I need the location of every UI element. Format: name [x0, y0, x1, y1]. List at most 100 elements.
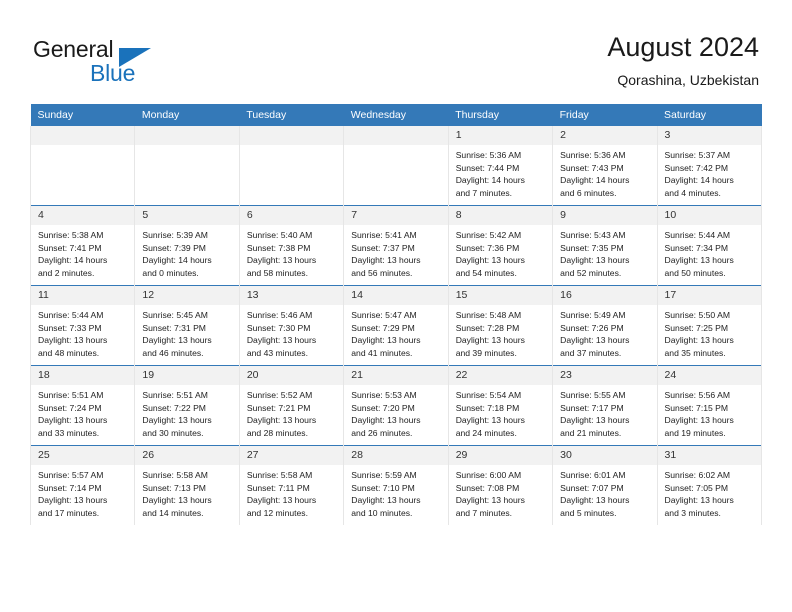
sunrise-text: Sunrise: 5:58 AM [246, 470, 313, 480]
calendar-day-cell[interactable]: 21 Sunrise: 5:53 AM Sunset: 7:20 PM Dayligh… [343, 365, 449, 446]
calendar-day-cell[interactable]: 17 Sunrise: 5:50 AM Sunset: 7:25 PM Dayligh… [656, 285, 763, 366]
calendar-day-cell[interactable]: 20 Sunrise: 5:52 AM Sunset: 7:21 PM Dayligh… [238, 365, 345, 446]
daylight-text-line1: Daylight: 14 hours [142, 255, 212, 266]
day-details: Sunrise: 5:58 AM Sunset: 7:11 PM Daylight:… [240, 465, 343, 519]
sunset-text: Sunset: 7:39 PM [142, 242, 206, 253]
calendar-day-cell[interactable]: 1 Sunrise: 5:36 AM Sunset: 7:44 PM Daylight… [447, 126, 554, 206]
calendar-day-cell[interactable]: 24 Sunrise: 5:56 AM Sunset: 7:15 PM Dayligh… [656, 365, 763, 446]
general-blue-logo[interactable]: General Blue [33, 36, 233, 88]
calendar-day-cell[interactable]: 10 Sunrise: 5:44 AM Sunset: 7:34 PM Dayligh… [656, 205, 763, 286]
day-number: 13 [239, 286, 344, 305]
day-details: Sunrise: 6:01 AM Sunset: 7:07 PM Daylight:… [553, 465, 656, 519]
day-number: 1 [448, 126, 553, 145]
day-cell-inner [344, 126, 448, 205]
calendar-day-cell[interactable]: 11 Sunrise: 5:44 AM Sunset: 7:33 PM Dayligh… [29, 285, 136, 366]
calendar-day-cell[interactable]: 18 Sunrise: 5:51 AM Sunset: 7:24 PM Dayligh… [29, 365, 136, 446]
daylight-text-line2: and 12 minutes. [246, 507, 308, 518]
day-details: Sunrise: 5:46 AM Sunset: 7:30 PM Daylight:… [240, 305, 343, 359]
calendar-day-cell[interactable]: 19 Sunrise: 5:51 AM Sunset: 7:22 PM Dayligh… [134, 365, 240, 446]
daylight-text-line1: Daylight: 13 hours [351, 415, 421, 426]
sunset-text: Sunset: 7:13 PM [142, 482, 206, 493]
day-details: Sunrise: 5:44 AM Sunset: 7:34 PM Daylight:… [658, 225, 761, 279]
calendar-day-cell[interactable]: 26 Sunrise: 5:58 AM Sunset: 7:13 PM Dayligh… [134, 445, 240, 525]
day-cell-inner: 10 Sunrise: 5:44 AM Sunset: 7:34 PM Dayligh… [657, 206, 761, 285]
sunset-text: Sunset: 7:07 PM [560, 482, 624, 493]
calendar-day-cell[interactable]: 9 Sunrise: 5:43 AM Sunset: 7:35 PM Daylight… [552, 205, 658, 286]
day-number [135, 126, 239, 145]
daylight-text-line2: and 14 minutes. [142, 507, 204, 518]
calendar-day-cell[interactable]: 31 Sunrise: 6:02 AM Sunset: 7:05 PM Dayligh… [656, 445, 763, 525]
sunset-text: Sunset: 7:15 PM [664, 402, 729, 413]
daylight-text-line1: Daylight: 14 hours [664, 175, 734, 186]
sunset-text: Sunset: 7:10 PM [351, 482, 415, 493]
calendar-day-cell[interactable]: 23 Sunrise: 5:55 AM Sunset: 7:17 PM Dayligh… [552, 365, 658, 446]
day-details: Sunrise: 5:37 AM Sunset: 7:42 PM Daylight:… [658, 145, 761, 199]
daylight-text-line2: and 50 minutes. [664, 267, 726, 278]
sunset-text: Sunset: 7:44 PM [455, 162, 520, 173]
daylight-text-line1: Daylight: 14 hours [38, 255, 108, 266]
sunrise-text: Sunrise: 5:59 AM [351, 470, 417, 480]
day-details: Sunrise: 5:44 AM Sunset: 7:33 PM Daylight:… [31, 305, 134, 359]
sunrise-text: Sunrise: 5:47 AM [351, 310, 417, 320]
calendar-day-cell[interactable]: 16 Sunrise: 5:49 AM Sunset: 7:26 PM Dayligh… [552, 285, 658, 366]
sunrise-text: Sunrise: 5:41 AM [351, 230, 417, 240]
calendar-day-cell[interactable]: 14 Sunrise: 5:47 AM Sunset: 7:29 PM Dayligh… [343, 285, 449, 366]
sunset-text: Sunset: 7:31 PM [142, 322, 206, 333]
sunset-text: Sunset: 7:21 PM [246, 402, 311, 413]
sunrise-text: Sunrise: 5:42 AM [455, 230, 522, 240]
day-number: 5 [135, 206, 239, 225]
calendar-day-cell[interactable]: 12 Sunrise: 5:45 AM Sunset: 7:31 PM Dayligh… [134, 285, 240, 366]
daylight-text-line2: and 3 minutes. [664, 507, 721, 518]
calendar-day-cell[interactable]: 29 Sunrise: 6:00 AM Sunset: 7:08 PM Dayligh… [447, 445, 554, 525]
weekday-header-row: Sunday Monday Tuesday Wednesday Thursday… [30, 104, 762, 126]
calendar-day-cell[interactable]: 22 Sunrise: 5:54 AM Sunset: 7:18 PM Dayligh… [447, 365, 554, 446]
sunset-text: Sunset: 7:22 PM [142, 402, 206, 413]
daylight-text-line1: Daylight: 13 hours [455, 335, 525, 346]
calendar-day-cell[interactable]: 5 Sunrise: 5:39 AM Sunset: 7:39 PM Daylight… [134, 205, 240, 286]
weekday-header-thursday: Thursday [448, 104, 553, 126]
sunrise-text: Sunrise: 5:44 AM [664, 230, 730, 240]
calendar-day-cell[interactable]: 15 Sunrise: 5:48 AM Sunset: 7:28 PM Dayligh… [447, 285, 554, 366]
daylight-text-line1: Daylight: 13 hours [664, 495, 734, 506]
calendar-day-cell[interactable]: 27 Sunrise: 5:58 AM Sunset: 7:11 PM Dayligh… [238, 445, 345, 525]
calendar-day-cell[interactable]: 7 Sunrise: 5:41 AM Sunset: 7:37 PM Daylight… [343, 205, 449, 286]
day-cell-inner: 18 Sunrise: 5:51 AM Sunset: 7:24 PM Dayligh… [31, 366, 135, 445]
day-number: 10 [657, 206, 761, 225]
day-details: Sunrise: 6:00 AM Sunset: 7:08 PM Daylight:… [449, 465, 552, 519]
calendar-day-cell[interactable]: 13 Sunrise: 5:46 AM Sunset: 7:30 PM Dayligh… [238, 285, 345, 366]
day-number: 4 [31, 206, 135, 225]
calendar-week-row: 4 Sunrise: 5:38 AM Sunset: 7:41 PM Daylight… [29, 205, 763, 286]
daylight-text-line2: and 6 minutes. [560, 187, 617, 198]
day-cell-inner [239, 126, 344, 205]
calendar-day-cell[interactable]: 8 Sunrise: 5:42 AM Sunset: 7:36 PM Daylight… [447, 205, 554, 286]
calendar-day-cell[interactable]: 28 Sunrise: 5:59 AM Sunset: 7:10 PM Dayligh… [343, 445, 449, 525]
day-details: Sunrise: 5:49 AM Sunset: 7:26 PM Daylight:… [553, 305, 656, 359]
sunrise-text: Sunrise: 5:38 AM [38, 230, 104, 240]
day-number: 12 [135, 286, 239, 305]
calendar-week-row: 1 Sunrise: 5:36 AM Sunset: 7:44 PM Daylight… [29, 126, 763, 206]
calendar-day-cell[interactable]: 25 Sunrise: 5:57 AM Sunset: 7:14 PM Dayligh… [29, 445, 136, 525]
day-cell-inner: 31 Sunrise: 6:02 AM Sunset: 7:05 PM Dayligh… [657, 446, 761, 525]
day-details: Sunrise: 5:59 AM Sunset: 7:10 PM Daylight:… [344, 465, 447, 519]
daylight-text-line1: Daylight: 13 hours [560, 335, 630, 346]
daylight-text-line1: Daylight: 13 hours [664, 415, 734, 426]
daylight-text-line2: and 41 minutes. [351, 347, 413, 358]
daylight-text-line2: and 19 minutes. [664, 427, 726, 438]
sunset-text: Sunset: 7:38 PM [246, 242, 311, 253]
day-details: Sunrise: 5:39 AM Sunset: 7:39 PM Daylight:… [135, 225, 238, 279]
day-cell-inner: 9 Sunrise: 5:43 AM Sunset: 7:35 PM Daylight… [553, 206, 657, 285]
day-number: 15 [448, 286, 553, 305]
calendar-day-cell[interactable]: 4 Sunrise: 5:38 AM Sunset: 7:41 PM Daylight… [29, 205, 136, 286]
calendar-day-cell[interactable]: 30 Sunrise: 6:01 AM Sunset: 7:07 PM Dayligh… [552, 445, 658, 525]
sunset-text: Sunset: 7:34 PM [664, 242, 729, 253]
sunrise-text: Sunrise: 5:54 AM [455, 390, 522, 400]
daylight-text-line1: Daylight: 13 hours [455, 415, 525, 426]
day-number: 23 [553, 366, 657, 385]
sunset-text: Sunset: 7:42 PM [664, 162, 729, 173]
calendar-day-cell-empty [134, 126, 240, 206]
daylight-text-line1: Daylight: 13 hours [38, 415, 108, 426]
calendar-day-cell[interactable]: 6 Sunrise: 5:40 AM Sunset: 7:38 PM Daylight… [238, 205, 345, 286]
calendar-day-cell[interactable]: 2 Sunrise: 5:36 AM Sunset: 7:43 PM Daylight… [552, 126, 658, 206]
day-cell-inner: 22 Sunrise: 5:54 AM Sunset: 7:18 PM Dayligh… [448, 366, 553, 445]
calendar-day-cell[interactable]: 3 Sunrise: 5:37 AM Sunset: 7:42 PM Daylight… [656, 126, 763, 206]
